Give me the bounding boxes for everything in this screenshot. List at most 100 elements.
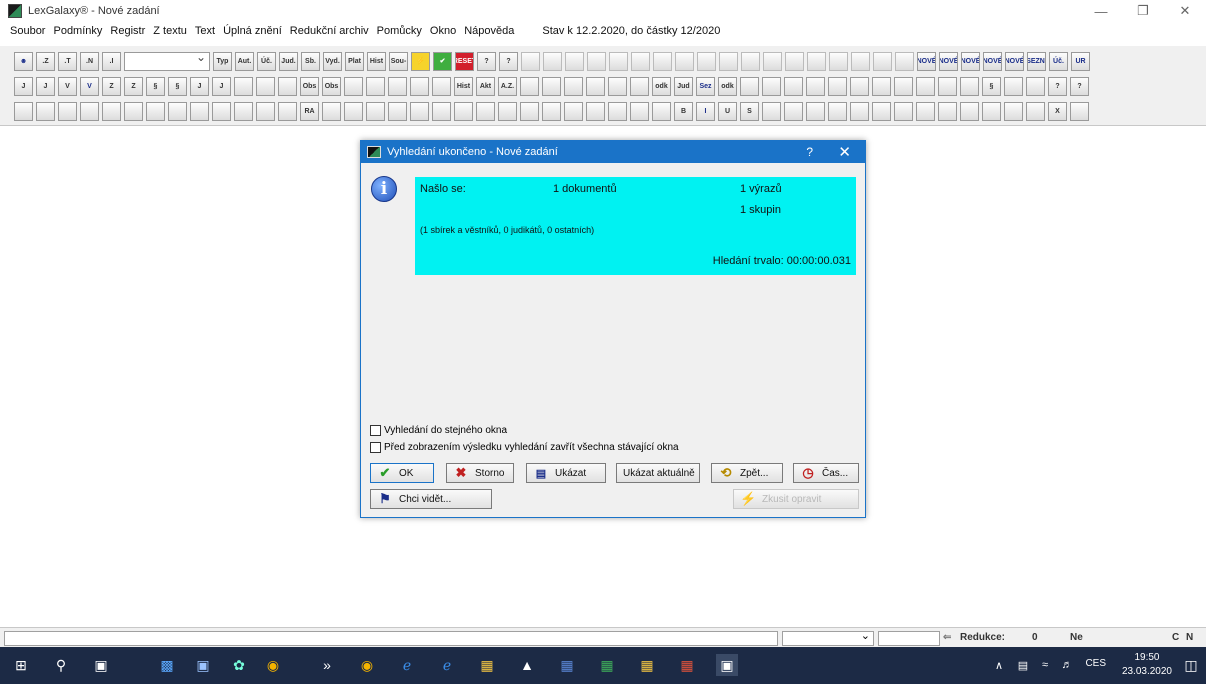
toolbar-i-button[interactable]: .I [102,51,121,71]
dialog-close-button[interactable]: ✕ [838,143,851,161]
toolbar-row2-button-31[interactable]: Jud [674,76,693,96]
toolbar-sou-button[interactable]: Sou- [389,51,408,71]
toolbar-row1-extra-button-7[interactable] [653,51,672,71]
toolbar-row3-button-48[interactable]: X [1048,101,1067,121]
toolbar-row1-extra-button-9[interactable] [697,51,716,71]
toolbar-row2-button-42[interactable] [916,76,935,96]
taskbar-app-1-icon[interactable]: ▩ [156,654,178,676]
menu-redukcni-archiv[interactable]: Redukční archiv [290,25,369,37]
taskbar-app-3-icon[interactable]: ✿ [228,654,250,676]
toolbar-row1-extra-button-14[interactable] [807,51,826,71]
toolbar-row3-button-22[interactable] [476,101,495,121]
toolbar-row3-button-36[interactable] [784,101,803,121]
toolbar-plat-button[interactable]: Plat [345,51,364,71]
toolbar-n-button[interactable]: .N [80,51,99,71]
reset-button[interactable]: RESET [455,51,474,71]
toolbar-row3-button-30[interactable] [652,101,671,121]
toolbar-row3-button-47[interactable] [1026,101,1045,121]
toolbar-row2-button-32[interactable]: Sez [696,76,715,96]
toolbar-row2-button-3[interactable]: V [58,76,77,96]
toolbar-row2-button-41[interactable] [894,76,913,96]
toolbar-row2-button-30[interactable]: odk [652,76,671,96]
store-icon[interactable]: ▲ [516,654,538,676]
toolbar-row3-button-4[interactable] [80,101,99,121]
chrome-icon[interactable]: ◉ [262,654,284,676]
toolbar-row2-button-17[interactable] [366,76,385,96]
toolbar-row1-extra-button-20[interactable]: NOVÉ [939,51,958,71]
toolbar-aut-button[interactable]: Aut. [235,51,254,71]
toolbar-row3-button-1[interactable] [14,101,33,121]
taskbar-app-yellow-icon[interactable]: ▦ [636,654,658,676]
menu-pomucky[interactable]: Pomůcky [377,25,422,37]
toolbar-row3-button-12[interactable] [256,101,275,121]
toolbar-typ-button[interactable]: Typ [213,51,232,71]
toolbar-row2-button-1[interactable]: J [14,76,33,96]
toolbar-row3-button-49[interactable] [1070,101,1089,121]
toolbar-row3-button-23[interactable] [498,101,517,121]
toolbar-row3-button-7[interactable] [146,101,165,121]
question-icon[interactable]: ? [477,51,496,71]
toolbar-row3-button-16[interactable] [344,101,363,121]
person-search-button[interactable]: ☻ [14,51,33,71]
toolbar-row1-extra-button-1[interactable] [521,51,540,71]
powerpoint-icon[interactable]: ▦ [676,654,698,676]
toolbar-row2-button-36[interactable] [784,76,803,96]
same-window-checkbox[interactable] [370,425,381,436]
toolbar-row3-button-44[interactable] [960,101,979,121]
toolbar-row2-button-23[interactable]: A.Z. [498,76,517,96]
toolbar-row2-button-35[interactable] [762,76,781,96]
toolbar-row2-button-13[interactable] [278,76,297,96]
toolbar-row3-button-28[interactable] [608,101,627,121]
toolbar-row1-extra-button-4[interactable] [587,51,606,71]
toolbar-row1-extra-button-2[interactable] [543,51,562,71]
reduction-arrow-icon[interactable]: ⇐ [943,632,951,643]
toolbar-row3-button-46[interactable] [1004,101,1023,121]
task-view-icon[interactable]: ▣ [90,654,112,676]
toolbar-row2-button-18[interactable] [388,76,407,96]
want-see-button[interactable]: ⚑ Chci vidět... [370,489,492,509]
same-window-option[interactable]: Vyhledání do stejného okna [370,425,507,436]
toolbar-row2-button-27[interactable] [586,76,605,96]
menu-upna-zneni[interactable]: Úplná znění [223,25,282,37]
minimize-button[interactable]: — [1080,0,1122,22]
clock[interactable]: 19:50 23.03.2020 [1122,651,1172,679]
toolbar-row2-button-20[interactable] [432,76,451,96]
toolbar-row2-button-6[interactable]: Z [124,76,143,96]
toolbar-row3-button-24[interactable] [520,101,539,121]
toolbar-row3-button-19[interactable] [410,101,429,121]
word-icon[interactable]: ▦ [556,654,578,676]
toolbar-row1-extra-button-17[interactable] [873,51,892,71]
toolbar-row3-button-6[interactable] [124,101,143,121]
toolbar-row2-button-39[interactable] [850,76,869,96]
toolbar-row2-button-5[interactable]: Z [102,76,121,96]
toolbar-row3-button-15[interactable] [322,101,341,121]
toolbar-z-button[interactable]: .Z [36,51,55,71]
close-button[interactable]: ✕ [1164,0,1206,22]
toolbar-row1-extra-button-21[interactable]: NOVÉ [961,51,980,71]
toolbar-row1-extra-button-24[interactable]: SEZN. [1027,51,1046,71]
toolbar-row3-button-29[interactable] [630,101,649,121]
toolbar-row3-button-11[interactable] [234,101,253,121]
toolbar-row2-button-8[interactable]: § [168,76,187,96]
toolbar-row2-button-40[interactable] [872,76,891,96]
toolbar-search-combo[interactable] [124,50,210,71]
toolbar-row3-button-21[interactable] [454,101,473,121]
status-combo[interactable]: ⌄ [782,630,874,646]
toolbar-row3-button-27[interactable] [586,101,605,121]
toolbar-row2-button-44[interactable] [960,76,979,96]
toolbar-row3-button-32[interactable]: I [696,101,715,121]
toolbar-row3-button-37[interactable] [806,101,825,121]
toolbar-row1-extra-button-10[interactable] [719,51,738,71]
toolbar-row2-button-43[interactable] [938,76,957,96]
toolbar-row3-button-26[interactable] [564,101,583,121]
toolbar-row1-extra-button-8[interactable] [675,51,694,71]
toolbar-hist-button[interactable]: Hist [367,51,386,71]
toolbar-row3-button-35[interactable] [762,101,781,121]
toolbar-row1-extra-button-25[interactable]: Úč. [1049,51,1068,71]
windows-start-icon[interactable]: ⊞ [10,654,32,676]
toolbar-row3-button-5[interactable] [102,101,121,121]
notification-icon[interactable]: ◫ [1180,654,1202,676]
edge-icon[interactable]: ℯ [436,654,458,676]
toolbar-row2-button-22[interactable]: Akt [476,76,495,96]
toolbar-row2-button-12[interactable] [256,76,275,96]
